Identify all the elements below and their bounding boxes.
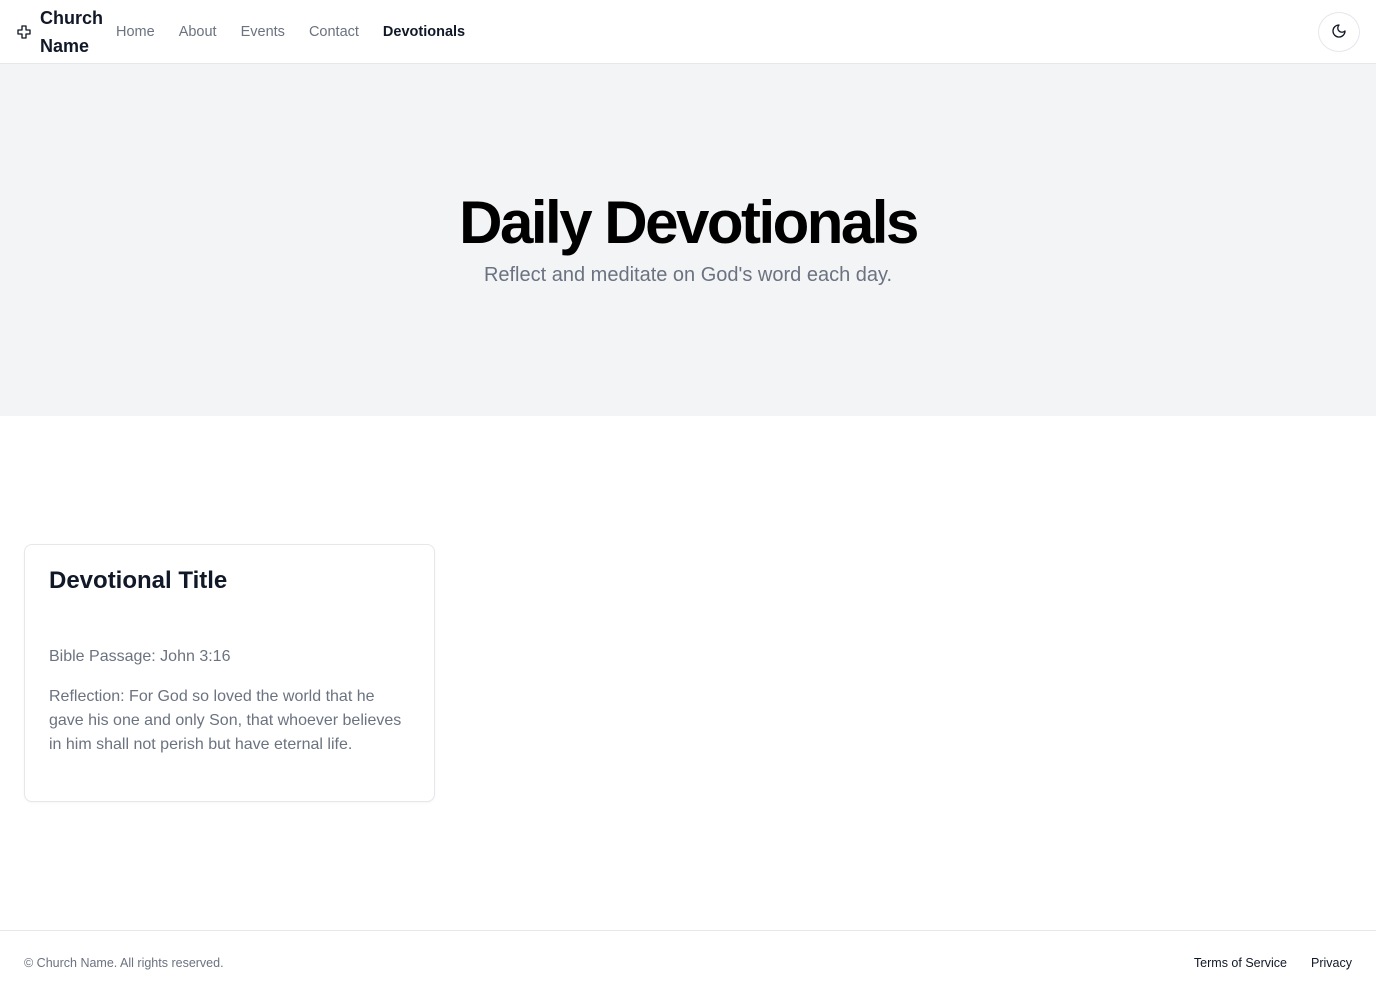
devotional-reflection: Reflection: For God so loved the world t… <box>49 688 402 753</box>
page-title: Daily Devotionals <box>459 189 919 256</box>
nav-link-devotionals[interactable]: Devotionals <box>383 22 465 42</box>
moon-icon <box>1331 23 1347 42</box>
terms-of-service-link[interactable]: Terms of Service <box>1194 955 1287 971</box>
main-nav: Home About Events Contact Devotionals <box>116 22 465 42</box>
nav-link-events[interactable]: Events <box>241 22 285 42</box>
site-footer: © Church Name. All rights reserved. Term… <box>0 930 1376 995</box>
nav-link-about[interactable]: About <box>179 22 217 42</box>
devotional-card: Devotional Title Bible Passage: John 3:1… <box>24 544 435 802</box>
brand-name: Church Name <box>40 8 103 56</box>
hero-section: Daily Devotionals Reflect and meditate o… <box>0 64 1376 416</box>
brand-link[interactable]: Church Name <box>16 4 110 60</box>
footer-links: Terms of Service Privacy <box>1194 955 1352 971</box>
site-header: Church Name Home About Events Contact De… <box>0 0 1376 64</box>
privacy-link[interactable]: Privacy <box>1311 955 1352 971</box>
devotional-passage: Bible Passage: John 3:16 <box>49 648 231 665</box>
theme-toggle-button[interactable] <box>1318 12 1360 52</box>
page-subtitle: Reflect and meditate on God's word each … <box>483 264 893 286</box>
devotional-title: Devotional Title <box>49 567 228 594</box>
cross-icon <box>16 24 32 40</box>
nav-link-home[interactable]: Home <box>116 22 155 42</box>
nav-link-contact[interactable]: Contact <box>309 22 359 42</box>
page: Church Name Home About Events Contact De… <box>0 0 1376 995</box>
copyright-text: © Church Name. All rights reserved. <box>24 956 224 970</box>
